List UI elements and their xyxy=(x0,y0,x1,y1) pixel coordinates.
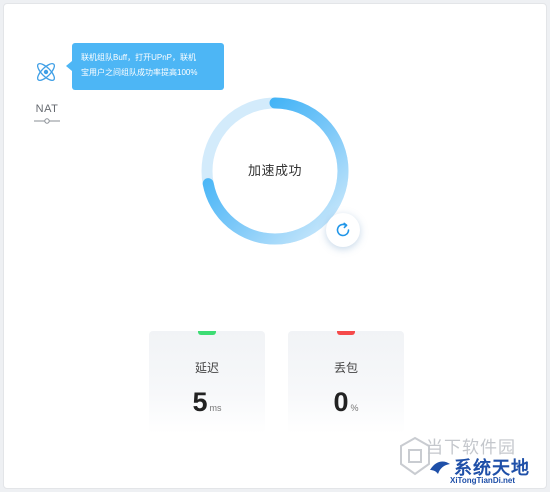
packet-loss-unit: % xyxy=(350,403,359,413)
packet-loss-indicator xyxy=(337,331,355,335)
refresh-icon xyxy=(336,222,350,237)
refresh-button[interactable] xyxy=(326,213,360,247)
latency-value: 5 xyxy=(192,387,208,417)
nat-label: NAT xyxy=(35,103,59,115)
packet-loss-label: 丢包 xyxy=(333,361,358,375)
latency-card: 延迟 5 ms xyxy=(149,331,265,434)
watermark: 当下软件园 系统天地 XiTongTianDi.net xyxy=(398,432,548,490)
switch-icon xyxy=(34,118,60,124)
watermark-sub: XiTongTianDi.net xyxy=(450,476,516,485)
packet-loss-value: 0 xyxy=(333,387,349,417)
latency-indicator xyxy=(198,331,216,335)
status-text: 加速成功 xyxy=(247,163,302,178)
packet-loss-value-row: 0% xyxy=(288,387,404,418)
upnp-tooltip: 联机组队Buff，打开UPnP，联机 宝用户之间组队成功率提高100% xyxy=(66,43,224,90)
atom-icon xyxy=(36,62,56,82)
latency-label: 延迟 xyxy=(194,361,219,375)
latency-value-row: 5 ms xyxy=(149,387,265,418)
latency-unit: ms xyxy=(209,403,222,413)
tooltip-line-1: 联机组队Buff，打开UPnP，联机 xyxy=(81,53,196,62)
watermark-bird-icon xyxy=(430,461,450,474)
tooltip-line-2: 宝用户之间组队成功率提高100% xyxy=(81,68,198,77)
packet-loss-card: 丢包 0% xyxy=(288,331,404,434)
app-window: 联机组队Buff，打开UPnP，联机 宝用户之间组队成功率提高100% NAT … xyxy=(3,3,547,489)
nat-toggle[interactable]: NAT xyxy=(32,103,62,124)
boost-mode-button[interactable] xyxy=(31,57,61,87)
